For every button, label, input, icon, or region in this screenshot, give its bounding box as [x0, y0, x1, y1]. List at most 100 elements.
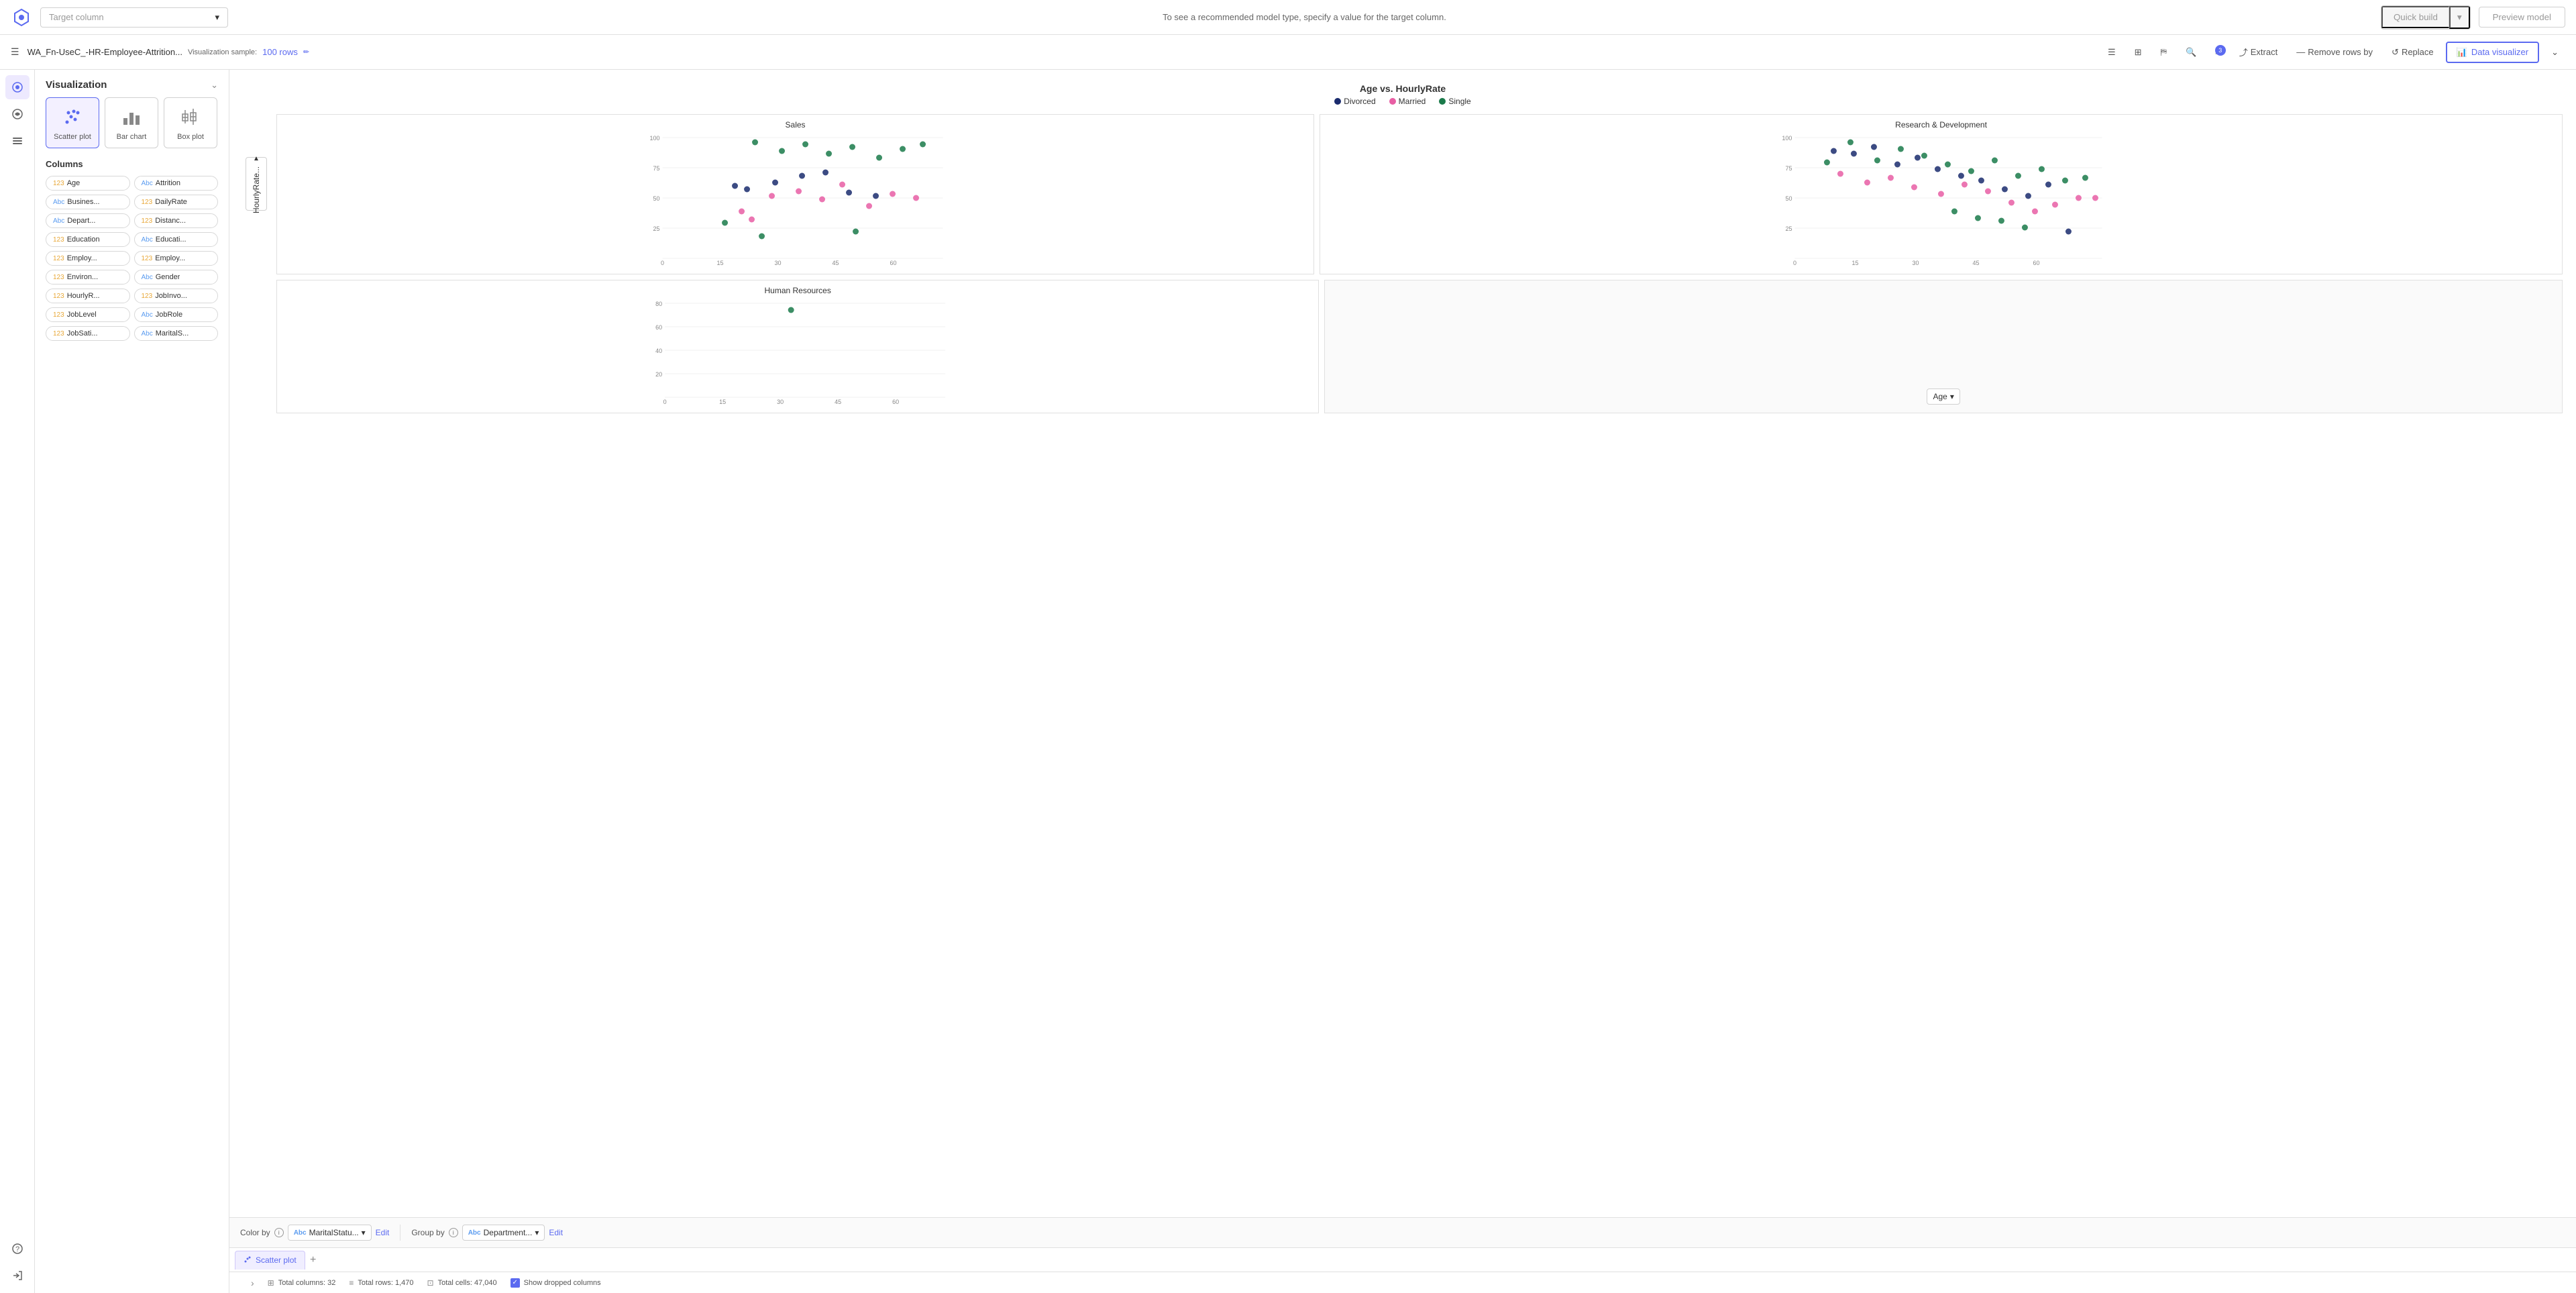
bar-chart-icon: 📊 — [2457, 47, 2467, 58]
y-axis-dropdown[interactable]: HourlyRate... ▾ — [246, 157, 267, 211]
target-column-placeholder: Target column — [49, 12, 209, 22]
legend-single: Single — [1439, 97, 1470, 106]
nav-target-icon[interactable] — [5, 75, 30, 99]
column-pill-employeecount[interactable]: 123Employ... — [46, 251, 130, 266]
svg-text:45: 45 — [835, 399, 841, 405]
svg-text:45: 45 — [833, 260, 839, 266]
preview-model-btn[interactable]: Preview model — [2479, 7, 2565, 28]
column-pill-environment[interactable]: 123Environ... — [46, 270, 130, 285]
columns-btn[interactable]: ≡ 3 — [2208, 44, 2227, 60]
svg-text:75: 75 — [1786, 165, 1792, 172]
column-pill-business[interactable]: AbcBusines... — [46, 195, 130, 209]
box-plot-icon — [178, 105, 203, 129]
show-dropped-columns[interactable]: ✓ Show dropped columns — [511, 1278, 601, 1288]
more-options-btn[interactable]: ⌄ — [2544, 44, 2565, 61]
color-by-dropdown[interactable]: Abc MaritalStatu... ▾ — [288, 1225, 372, 1241]
nav-menu-icon[interactable] — [5, 129, 30, 153]
svg-text:60: 60 — [890, 260, 897, 266]
column-pill-joblevel[interactable]: 123JobLevel — [46, 307, 130, 322]
legend-dot-single — [1439, 98, 1446, 105]
scatter-panel-sales: Sales 100 75 50 25 — [276, 114, 1314, 274]
quick-build-dropdown-btn[interactable]: ▾ — [2449, 6, 2470, 29]
color-by-edit-btn[interactable]: Edit — [376, 1228, 390, 1237]
scatter-svg-sales: 100 75 50 25 0 — [282, 132, 1308, 266]
nav-help-icon[interactable]: ? — [5, 1237, 30, 1261]
nav-transform-icon[interactable] — [5, 102, 30, 126]
show-dropped-checkbox[interactable]: ✓ — [511, 1278, 520, 1288]
svg-text:60: 60 — [655, 324, 662, 331]
remove-rows-btn[interactable]: — Remove rows by — [2290, 44, 2379, 60]
scatter-plot-tab[interactable]: Scatter plot — [235, 1251, 305, 1270]
grid-view-btn[interactable]: ⊞ — [2128, 44, 2149, 61]
group-by-dropdown[interactable]: Abc Department... ▾ — [462, 1225, 545, 1241]
svg-text:15: 15 — [719, 399, 726, 405]
sidebar-expand-btn[interactable]: › — [251, 1278, 254, 1288]
legend-married: Married — [1389, 97, 1426, 106]
filter-icon: ⛿ — [2161, 47, 2167, 58]
filter-btn[interactable]: ⛿ — [2154, 44, 2174, 61]
left-nav: ? — [0, 70, 35, 1293]
target-column-select[interactable]: Target column ▾ — [40, 7, 228, 28]
nav-exit-icon[interactable] — [5, 1263, 30, 1288]
box-plot-btn[interactable]: Box plot — [164, 97, 217, 148]
quick-build-main-btn[interactable]: Quick build — [2381, 6, 2449, 28]
color-by-info-icon[interactable]: i — [274, 1228, 284, 1237]
svg-text:45: 45 — [1973, 260, 1980, 266]
search-btn[interactable]: 🔍 — [2179, 44, 2203, 61]
filter-badge: 3 — [2215, 45, 2226, 56]
column-pill-dailyrate[interactable]: 123DailyRate — [134, 195, 219, 209]
columns-section: Columns 123Age AbcAttrition AbcBusines..… — [35, 159, 229, 341]
column-pill-employeenumber[interactable]: 123Employ... — [134, 251, 219, 266]
sample-rows-link[interactable]: 100 rows — [262, 47, 298, 57]
main-content: Age vs. HourlyRate Divorced Married Sing… — [229, 70, 2576, 1293]
extract-icon: ⤴ — [2239, 46, 2248, 58]
column-pill-distance[interactable]: 123Distanc... — [134, 213, 219, 228]
edit-sample-icon[interactable]: ✏ — [303, 48, 309, 56]
column-pill-educationfield[interactable]: AbcEducati... — [134, 232, 219, 247]
sidebar-collapse-icon[interactable]: ⌄ — [211, 80, 218, 91]
total-rows-status: ≡ Total rows: 1,470 — [349, 1278, 413, 1288]
x-axis-dropdown[interactable]: Age ▾ — [1927, 389, 1960, 405]
sidebar-title: Visualization — [46, 79, 107, 91]
column-pill-education[interactable]: 123Education — [46, 232, 130, 247]
color-by-control: Color by i Abc MaritalStatu... ▾ Edit — [240, 1225, 389, 1241]
extract-btn[interactable]: ⤴ Extract — [2233, 42, 2284, 62]
panel-title-sales: Sales — [282, 120, 1308, 130]
list-view-btn[interactable]: ☰ — [2101, 44, 2123, 61]
data-visualizer-btn[interactable]: 📊 Data visualizer — [2446, 42, 2539, 63]
column-pill-maritalstatus[interactable]: AbcMaritalS... — [134, 326, 219, 341]
svg-text:20: 20 — [655, 371, 662, 378]
hamburger-icon[interactable]: ☰ — [11, 46, 19, 58]
svg-text:60: 60 — [892, 399, 899, 405]
group-by-edit-btn[interactable]: Edit — [549, 1228, 563, 1237]
column-pill-age[interactable]: 123Age — [46, 176, 130, 191]
add-tab-btn[interactable]: + — [305, 1252, 321, 1268]
status-bar: › ⊞ Total columns: 32 ≡ Total rows: 1,47… — [229, 1272, 2576, 1293]
column-pill-jobrole[interactable]: AbcJobRole — [134, 307, 219, 322]
column-pill-attrition[interactable]: AbcAttrition — [134, 176, 219, 191]
group-by-control: Group by i Abc Department... ▾ Edit — [411, 1225, 563, 1241]
remove-rows-icon: — — [2296, 47, 2305, 57]
group-by-info-icon[interactable]: i — [449, 1228, 458, 1237]
column-pill-department[interactable]: AbcDepart... — [46, 213, 130, 228]
panel-title-rd: Research & Development — [1326, 120, 2557, 130]
svg-text:0: 0 — [1793, 260, 1796, 266]
column-pill-jobsatisfaction[interactable]: 123JobSati... — [46, 326, 130, 341]
scatter-plot-btn[interactable]: Scatter plot — [46, 97, 99, 148]
total-cells-status: ⊡ Total cells: 47,040 — [427, 1278, 497, 1288]
column-pill-hourlyrate[interactable]: 123HourlyR... — [46, 289, 130, 303]
bar-chart-icon — [119, 105, 144, 129]
chart-container: Age vs. HourlyRate Divorced Married Sing… — [229, 70, 2576, 432]
column-pill-jobinvolvement[interactable]: 123JobInvo... — [134, 289, 219, 303]
scatter-svg-hr: 80 60 40 20 0 1 — [282, 298, 1313, 405]
chart-legend: Divorced Married Single — [243, 97, 2563, 106]
grid-icon: ⊞ — [2135, 47, 2142, 58]
bar-chart-btn[interactable]: Bar chart — [105, 97, 158, 148]
svg-text:0: 0 — [663, 399, 667, 405]
svg-text:0: 0 — [661, 260, 664, 266]
app-logo — [11, 7, 32, 28]
columns-grid: 123Age AbcAttrition AbcBusines... 123Dai… — [46, 176, 218, 341]
column-pill-gender[interactable]: AbcGender — [134, 270, 219, 285]
panel-title-hr: Human Resources — [282, 286, 1313, 295]
replace-btn[interactable]: ↺ Replace — [2385, 44, 2440, 61]
